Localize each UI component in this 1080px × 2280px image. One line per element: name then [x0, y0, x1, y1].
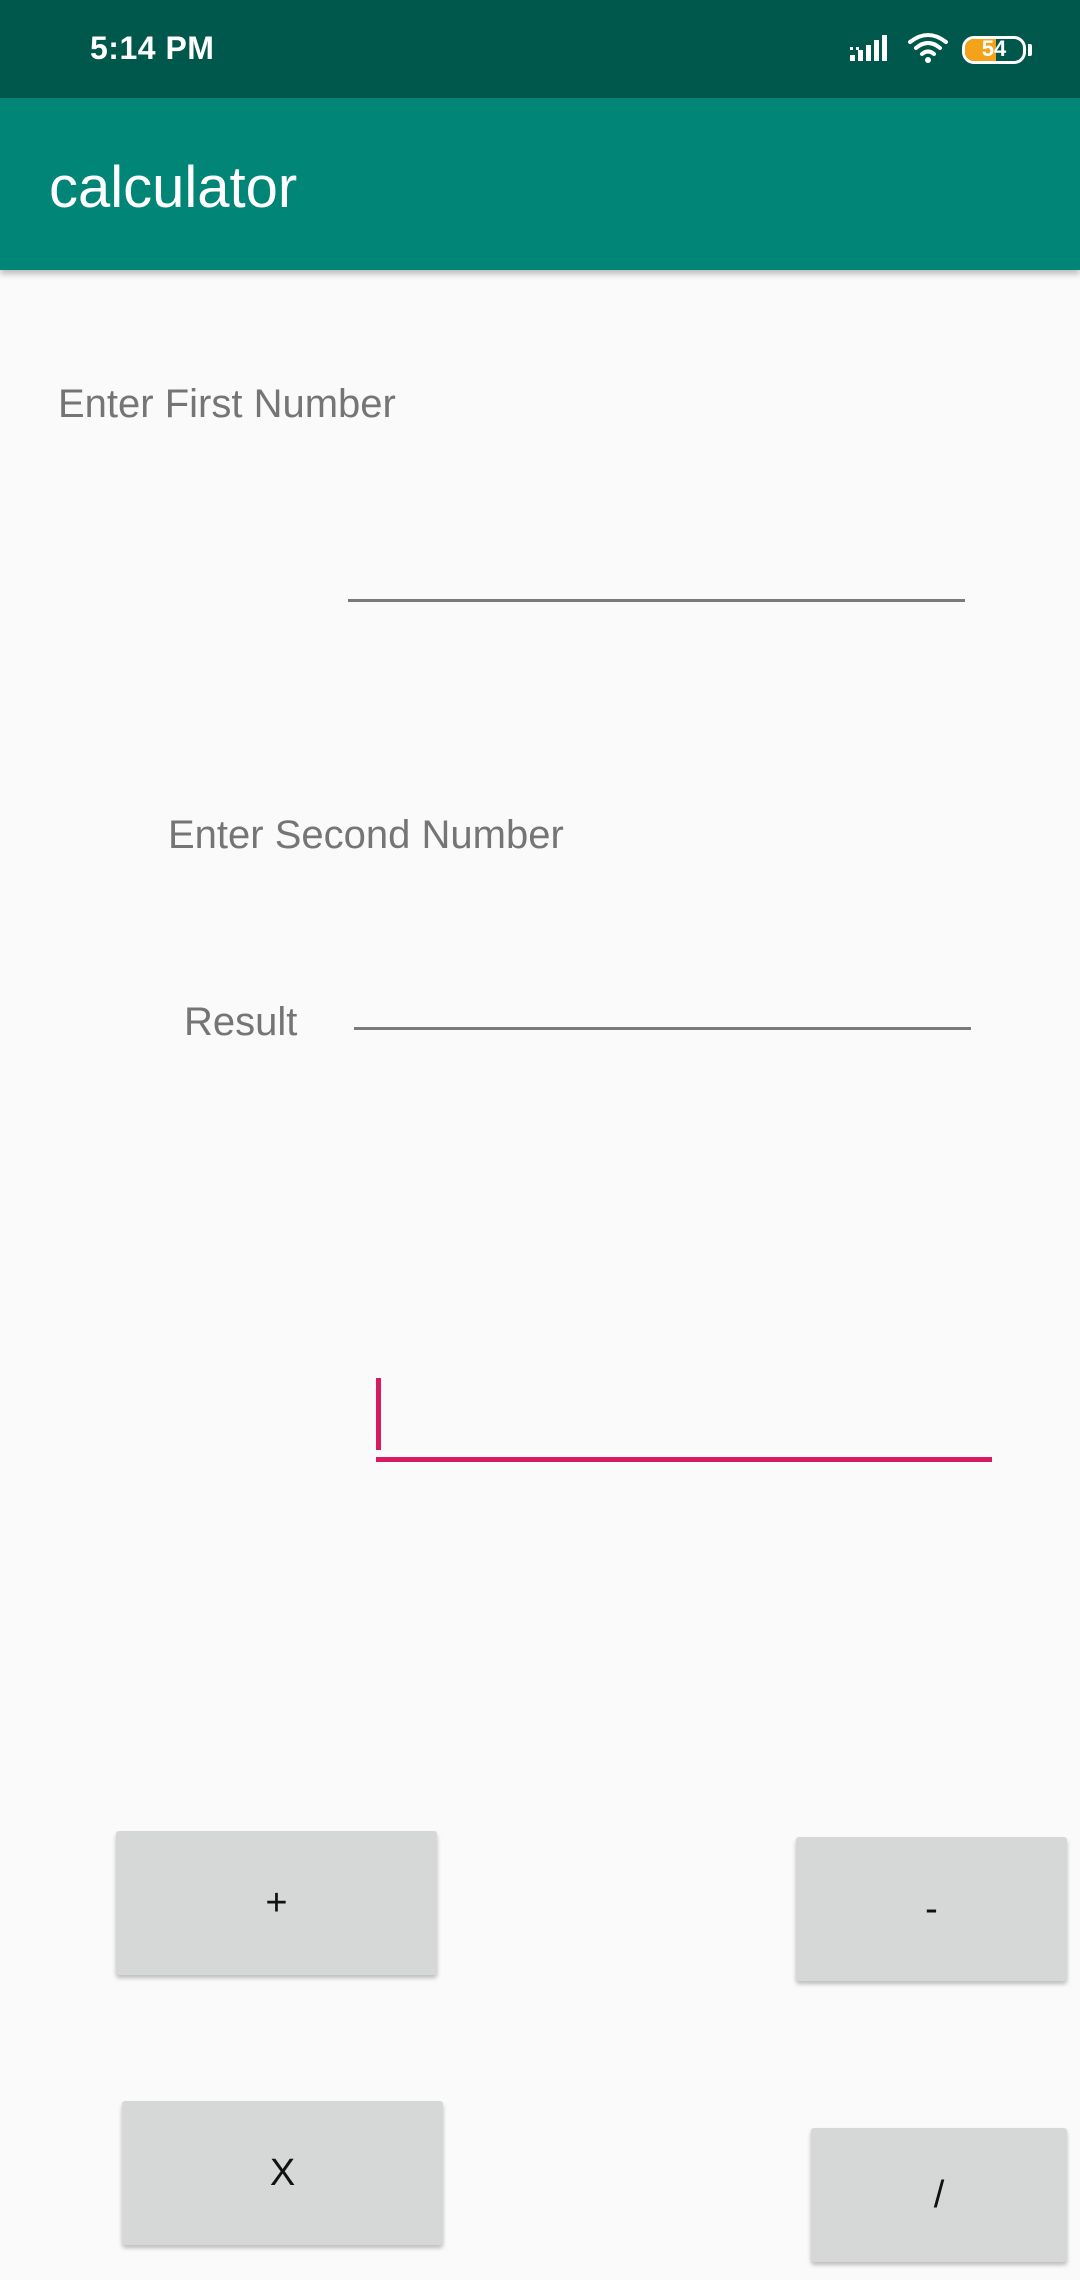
- result-underline: [354, 1027, 971, 1030]
- multiply-button[interactable]: X: [122, 2101, 443, 2245]
- first-number-label: Enter First Number: [58, 382, 396, 426]
- battery-level: 54: [981, 36, 1007, 61]
- signal-icon: [850, 33, 894, 68]
- second-number-label: Enter Second Number: [168, 813, 564, 857]
- result-label: Result: [184, 1000, 298, 1044]
- second-number-input[interactable]: [382, 1380, 992, 1454]
- first-number-input[interactable]: [350, 540, 965, 598]
- subtract-button[interactable]: -: [796, 1837, 1067, 1981]
- app-title: calculator: [49, 155, 298, 220]
- battery-icon: 54: [962, 36, 1026, 64]
- wifi-icon: [908, 32, 948, 69]
- battery-tip: [1028, 44, 1032, 56]
- status-icons: 54: [850, 30, 1032, 70]
- text-cursor: [376, 1378, 381, 1450]
- first-number-underline: [348, 599, 965, 602]
- status-time: 5:14 PM: [90, 30, 215, 66]
- app-bar: calculator: [0, 98, 1080, 270]
- focused-input-underline: [376, 1457, 992, 1462]
- status-bar: 5:14 PM 54: [0, 0, 1080, 98]
- divide-button[interactable]: /: [811, 2128, 1067, 2262]
- add-button[interactable]: +: [116, 1831, 437, 1975]
- result-field[interactable]: [356, 968, 971, 1026]
